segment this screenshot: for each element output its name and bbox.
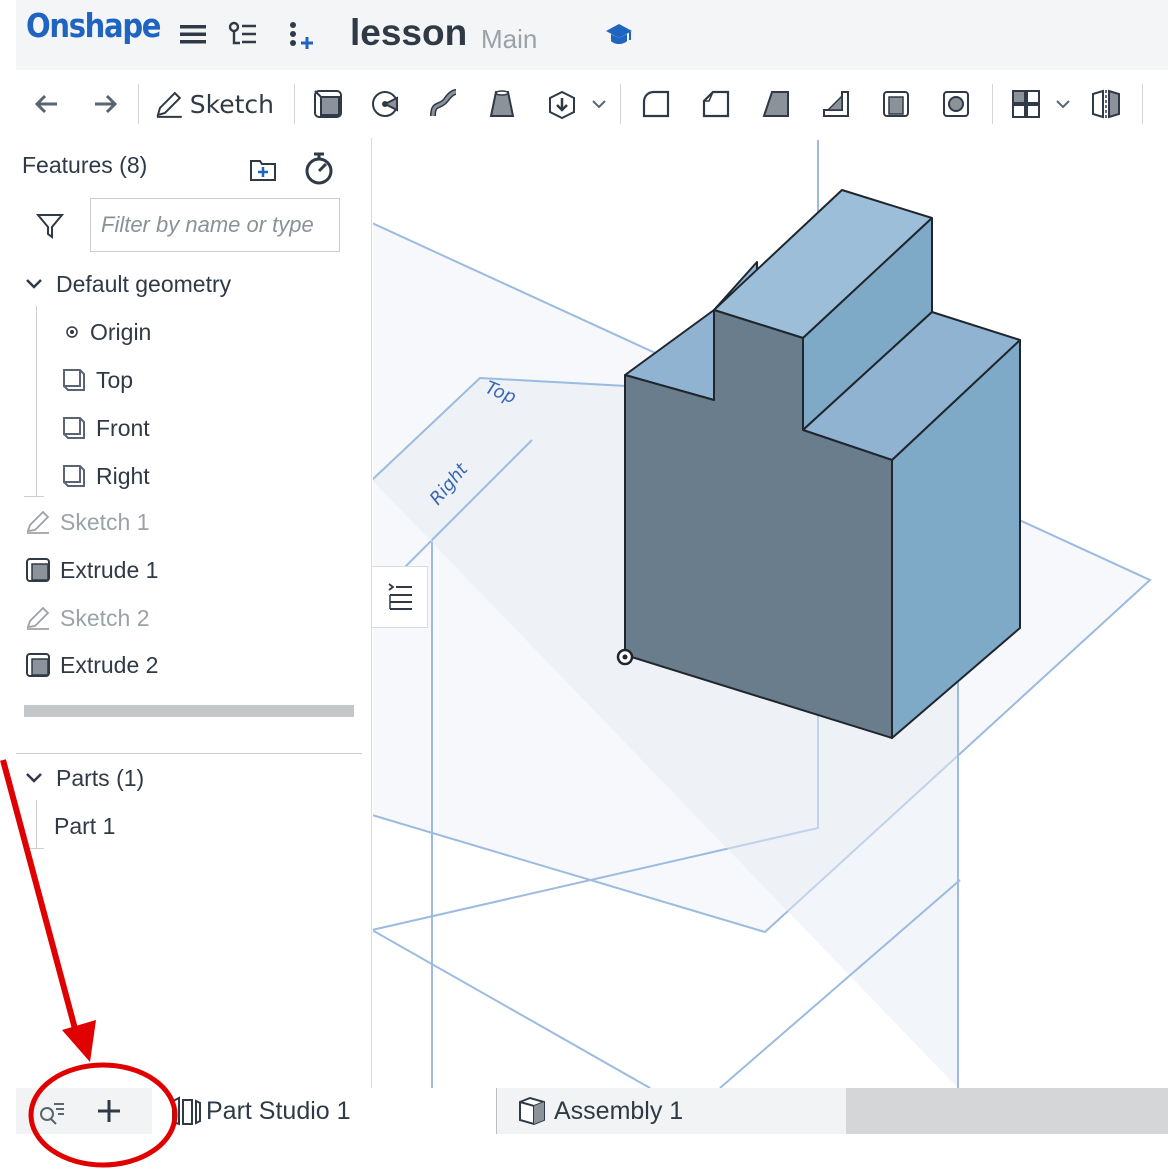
part-list-item[interactable]: Part 1	[54, 806, 115, 846]
thicken-dropdown-chevron-icon[interactable]	[588, 82, 610, 126]
part-1-model[interactable]	[624, 189, 1021, 739]
redo-icon[interactable]	[88, 82, 122, 126]
thicken-icon[interactable]	[540, 82, 584, 126]
origin-icon	[62, 318, 82, 346]
model-canvas[interactable]: Top Right	[373, 138, 1168, 1088]
toolbar-separator	[620, 84, 621, 124]
feature-list-icon[interactable]	[226, 16, 260, 52]
feature-label: Extrude 1	[60, 556, 159, 583]
draft-icon[interactable]	[756, 82, 796, 126]
rollback-timer-icon[interactable]	[302, 150, 336, 186]
tree-item-label: Right	[96, 462, 150, 489]
sketch-icon	[24, 508, 52, 536]
toolbar-separator	[992, 84, 993, 124]
chamfer-icon[interactable]	[696, 82, 736, 126]
filter-input[interactable]	[91, 199, 339, 251]
plus-icon	[98, 1100, 120, 1122]
onshape-logo[interactable]: Onshape	[26, 6, 161, 45]
tree-item-origin[interactable]: Origin	[62, 312, 151, 352]
feature-extrude-2[interactable]: Extrude 2	[24, 645, 158, 685]
toolbar-separator	[294, 84, 295, 124]
parts-group[interactable]: Parts (1)	[20, 758, 144, 798]
tab-label: Part Studio 1	[206, 1096, 351, 1125]
chevron-down-icon[interactable]	[20, 270, 48, 298]
document-name[interactable]: lesson	[350, 12, 467, 54]
tree-guide-line	[36, 800, 37, 848]
plane-icon	[60, 366, 88, 394]
toolbar-separator	[1142, 84, 1143, 124]
tab-bar: Part Studio 1 Assembly 1	[16, 1088, 1168, 1134]
plane-icon	[60, 414, 88, 442]
feature-sketch-1[interactable]: Sketch 1	[24, 502, 150, 542]
tab-part-studio-1[interactable]: Part Studio 1	[152, 1088, 496, 1134]
pattern-dropdown-chevron-icon[interactable]	[1052, 82, 1074, 126]
extrude-icon	[24, 556, 52, 584]
hamburger-menu-icon[interactable]	[176, 16, 210, 52]
assembly-icon	[516, 1096, 548, 1126]
add-folder-icon[interactable]	[248, 154, 278, 184]
feature-list-panel: Features (8) Default geometry Origin Top…	[16, 138, 372, 1088]
sketch-button[interactable]: Sketch	[154, 82, 274, 126]
document-header: Onshape lesson Main	[0, 0, 1168, 70]
origin-marker-dot	[622, 654, 628, 660]
feature-label: Sketch 1	[60, 508, 150, 535]
tab-assembly-1[interactable]: Assembly 1	[498, 1088, 844, 1134]
sweep-icon[interactable]	[424, 82, 464, 126]
toolbar-separator	[138, 84, 139, 124]
graphics-viewport[interactable]: Top Right	[373, 138, 1168, 1088]
feature-panel-toggle[interactable]	[372, 566, 428, 628]
tree-item-label: Top	[96, 366, 134, 393]
plane-icon	[60, 462, 88, 490]
tree-guide-end	[24, 496, 44, 497]
sketch-icon	[156, 91, 182, 118]
chevron-down-icon[interactable]	[20, 764, 48, 792]
filter-field[interactable]	[90, 198, 340, 252]
feature-label: Extrude 2	[60, 651, 159, 678]
extrude-icon	[24, 651, 52, 679]
panel-divider	[16, 753, 362, 754]
feature-list-title: Features (8)	[22, 152, 148, 178]
learning-center-icon[interactable]	[605, 22, 633, 48]
undo-icon[interactable]	[30, 82, 64, 126]
sketch-icon	[24, 604, 52, 632]
mirror-icon[interactable]	[1086, 82, 1126, 126]
hole-icon[interactable]	[936, 82, 976, 126]
extrude-icon[interactable]	[308, 82, 348, 126]
loft-icon[interactable]	[482, 82, 522, 126]
shell-icon[interactable]	[876, 82, 916, 126]
sketch-label: Sketch	[189, 89, 274, 119]
feature-sketch-2[interactable]: Sketch 2	[24, 598, 150, 638]
tree-guide-line	[36, 306, 37, 496]
part-studio-icon	[170, 1096, 202, 1126]
parts-label: Parts (1)	[56, 764, 145, 791]
default-geometry-label: Default geometry	[56, 270, 232, 297]
feature-label: Sketch 2	[60, 604, 150, 631]
list-icon	[387, 583, 412, 610]
tree-item-right-plane[interactable]: Right	[60, 456, 150, 496]
add-tab-button[interactable]	[94, 1096, 124, 1126]
tree-item-front-plane[interactable]: Front	[60, 408, 150, 448]
front-plane-lower-edge	[373, 929, 651, 1088]
tab-manager-icon[interactable]	[38, 1098, 66, 1126]
tree-item-top-plane[interactable]: Top	[60, 360, 133, 400]
tree-guide-end	[24, 848, 44, 849]
tab-bar-empty-area	[846, 1088, 1168, 1134]
revolve-icon[interactable]	[366, 82, 406, 126]
tree-item-label: Front	[96, 414, 150, 441]
version-graph-icon[interactable]	[283, 16, 317, 52]
part-label: Part 1	[54, 812, 116, 839]
feature-extrude-1[interactable]: Extrude 1	[24, 550, 158, 590]
branch-name[interactable]: Main	[481, 24, 537, 55]
default-geometry-group[interactable]: Default geometry	[20, 264, 231, 304]
rollback-bar[interactable]	[24, 705, 354, 717]
tree-item-label: Origin	[90, 318, 152, 345]
tab-label: Assembly 1	[554, 1096, 684, 1125]
filter-icon[interactable]	[35, 212, 65, 240]
pattern-icon[interactable]	[1006, 82, 1046, 126]
tab-separator	[496, 1088, 497, 1134]
feature-toolbar: Sketch	[16, 72, 1168, 136]
fillet-icon[interactable]	[636, 82, 676, 126]
rib-icon[interactable]	[816, 82, 856, 126]
